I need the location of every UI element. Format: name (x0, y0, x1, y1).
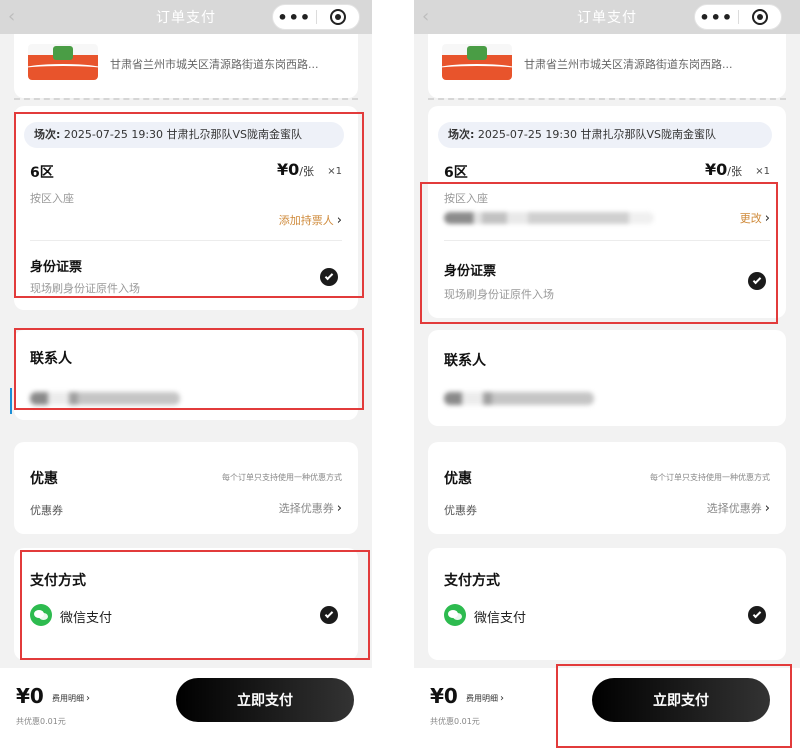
divider (444, 240, 770, 241)
chevron-right-icon: › (500, 693, 504, 704)
miniprogram-capsule: ••• (272, 4, 360, 30)
chevron-right-icon: › (86, 693, 90, 704)
promo-note: 每个订单只支持使用一种优惠方式 (650, 473, 770, 482)
price-value: ¥0 (277, 160, 300, 179)
select-coupon-label: 选择优惠券 (706, 502, 762, 515)
contact-card: 联系人 (14, 330, 358, 420)
event-poster-thumbnail (442, 44, 512, 80)
more-dots-icon[interactable]: ••• (273, 8, 316, 27)
checkout-footer: ¥0 费用明细 › 共优惠0.01元 立即支付 (0, 668, 372, 752)
id-ticket-title: 身份证票 (444, 264, 497, 279)
ticket-perforation (428, 98, 786, 100)
fee-detail-label: 费用明细 (52, 694, 84, 703)
pay-now-button[interactable]: 立即支付 (176, 678, 354, 722)
ticket-holder-redacted (444, 212, 654, 224)
fee-detail-label: 费用明细 (466, 694, 498, 703)
chevron-right-icon: › (336, 501, 342, 516)
session-label: 场次: (34, 128, 61, 141)
nav-bar: ‹ 订单支付 ••• (0, 0, 372, 34)
pay-now-button[interactable]: 立即支付 (592, 678, 770, 722)
change-holder-label: 更改 (739, 212, 762, 225)
fee-detail-link[interactable]: 费用明细 › (52, 693, 90, 704)
select-coupon-label: 选择优惠券 (278, 502, 334, 515)
promo-card: 优惠 每个订单只支持使用一种优惠方式 优惠券 选择优惠券 › (428, 442, 786, 534)
nav-bar: ‹ 订单支付 ••• (414, 0, 800, 34)
price-value: ¥0 (705, 160, 728, 179)
zone-name: 6区 (444, 165, 468, 181)
add-ticket-holder-link[interactable]: 添加持票人 › (279, 212, 342, 228)
close-target-icon[interactable] (316, 9, 359, 25)
ticket-price: ¥0/张 (277, 160, 314, 179)
venue-card: 甘肃省兰州市城关区清源路街道东岗西路... (14, 34, 358, 98)
zone-name: 6区 (30, 165, 54, 181)
total-amount: ¥0 (430, 684, 458, 708)
payment-title: 支付方式 (444, 573, 500, 589)
total-amount: ¥0 (16, 684, 44, 708)
ticket-price: ¥0/张 (705, 160, 742, 179)
divider (30, 240, 342, 241)
check-circle-icon[interactable] (748, 272, 766, 290)
payment-card: 支付方式 微信支付 (14, 548, 358, 660)
miniprogram-capsule: ••• (694, 4, 782, 30)
promo-card: 优惠 每个订单只支持使用一种优惠方式 优惠券 选择优惠券 › (14, 442, 358, 534)
more-dots-icon[interactable]: ••• (695, 8, 738, 27)
chevron-right-icon: › (764, 211, 770, 226)
discount-text: 共优惠0.01元 (430, 717, 480, 726)
wechat-pay-icon (30, 604, 52, 626)
check-circle-icon[interactable] (748, 606, 766, 624)
price-unit: /张 (727, 165, 742, 178)
close-target-icon[interactable] (738, 9, 781, 25)
ticket-card: 场次: 2025-07-25 19:30 甘肃扎尕那队VS陇南金蜜队 6区 ¥0… (428, 106, 786, 318)
contact-info-redacted[interactable] (30, 392, 180, 405)
coupon-label: 优惠券 (30, 504, 63, 517)
promo-title: 优惠 (444, 471, 472, 487)
session-label: 场次: (448, 128, 475, 141)
ticket-quantity: ×1 (755, 166, 770, 177)
screenshot-after: ‹ 订单支付 ••• 甘肃省兰州市城关区清源路街道东岗西路... 场次: 202… (414, 0, 800, 752)
payment-card: 支付方式 微信支付 (428, 548, 786, 660)
price-unit: /张 (299, 165, 314, 178)
contact-title: 联系人 (30, 351, 72, 367)
id-ticket-subtitle: 现场刷身份证原件入场 (444, 288, 554, 301)
add-holder-label: 添加持票人 (278, 214, 334, 227)
session-pill: 场次: 2025-07-25 19:30 甘肃扎尕那队VS陇南金蜜队 (24, 122, 344, 148)
id-ticket-title: 身份证票 (30, 260, 83, 275)
ticket-quantity: ×1 (327, 166, 342, 177)
ticket-perforation (14, 98, 358, 100)
chevron-right-icon: › (336, 213, 342, 228)
payment-title: 支付方式 (30, 573, 86, 589)
venue-address: 甘肃省兰州市城关区清源路街道东岗西路... (110, 58, 319, 71)
select-coupon-link[interactable]: 选择优惠券 › (707, 500, 770, 516)
check-circle-icon[interactable] (320, 268, 338, 286)
session-pill: 场次: 2025-07-25 19:30 甘肃扎尕那队VS陇南金蜜队 (438, 122, 772, 148)
change-holder-link[interactable]: 更改 › (740, 210, 770, 226)
wechat-pay-icon (444, 604, 466, 626)
session-text: 2025-07-25 19:30 甘肃扎尕那队VS陇南金蜜队 (63, 128, 303, 141)
fee-detail-link[interactable]: 费用明细 › (466, 693, 504, 704)
check-circle-icon[interactable] (320, 606, 338, 624)
venue-card: 甘肃省兰州市城关区清源路街道东岗西路... (428, 34, 786, 98)
id-ticket-subtitle: 现场刷身份证原件入场 (30, 282, 140, 295)
payment-method-name[interactable]: 微信支付 (60, 607, 112, 626)
promo-note: 每个订单只支持使用一种优惠方式 (222, 473, 342, 482)
seat-type: 按区入座 (444, 192, 488, 205)
session-text: 2025-07-25 19:30 甘肃扎尕那队VS陇南金蜜队 (477, 128, 717, 141)
ticket-card: 场次: 2025-07-25 19:30 甘肃扎尕那队VS陇南金蜜队 6区 ¥0… (14, 106, 358, 310)
payment-method-name[interactable]: 微信支付 (474, 607, 526, 626)
select-coupon-link[interactable]: 选择优惠券 › (279, 500, 342, 516)
contact-title: 联系人 (444, 353, 486, 369)
discount-text: 共优惠0.01元 (16, 717, 66, 726)
checkout-footer: ¥0 费用明细 › 共优惠0.01元 立即支付 (414, 668, 800, 752)
screenshot-before: ‹ 订单支付 ••• 甘肃省兰州市城关区清源路街道东岗西路... 场次: 202… (0, 0, 372, 752)
contact-card: 联系人 (428, 330, 786, 426)
contact-info-redacted[interactable] (444, 392, 594, 405)
coupon-label: 优惠券 (444, 504, 477, 517)
promo-title: 优惠 (30, 471, 58, 487)
venue-address: 甘肃省兰州市城关区清源路街道东岗西路... (524, 58, 733, 71)
seat-type: 按区入座 (30, 192, 74, 205)
chevron-right-icon: › (764, 501, 770, 516)
text-cursor (10, 388, 12, 414)
event-poster-thumbnail (28, 44, 98, 80)
